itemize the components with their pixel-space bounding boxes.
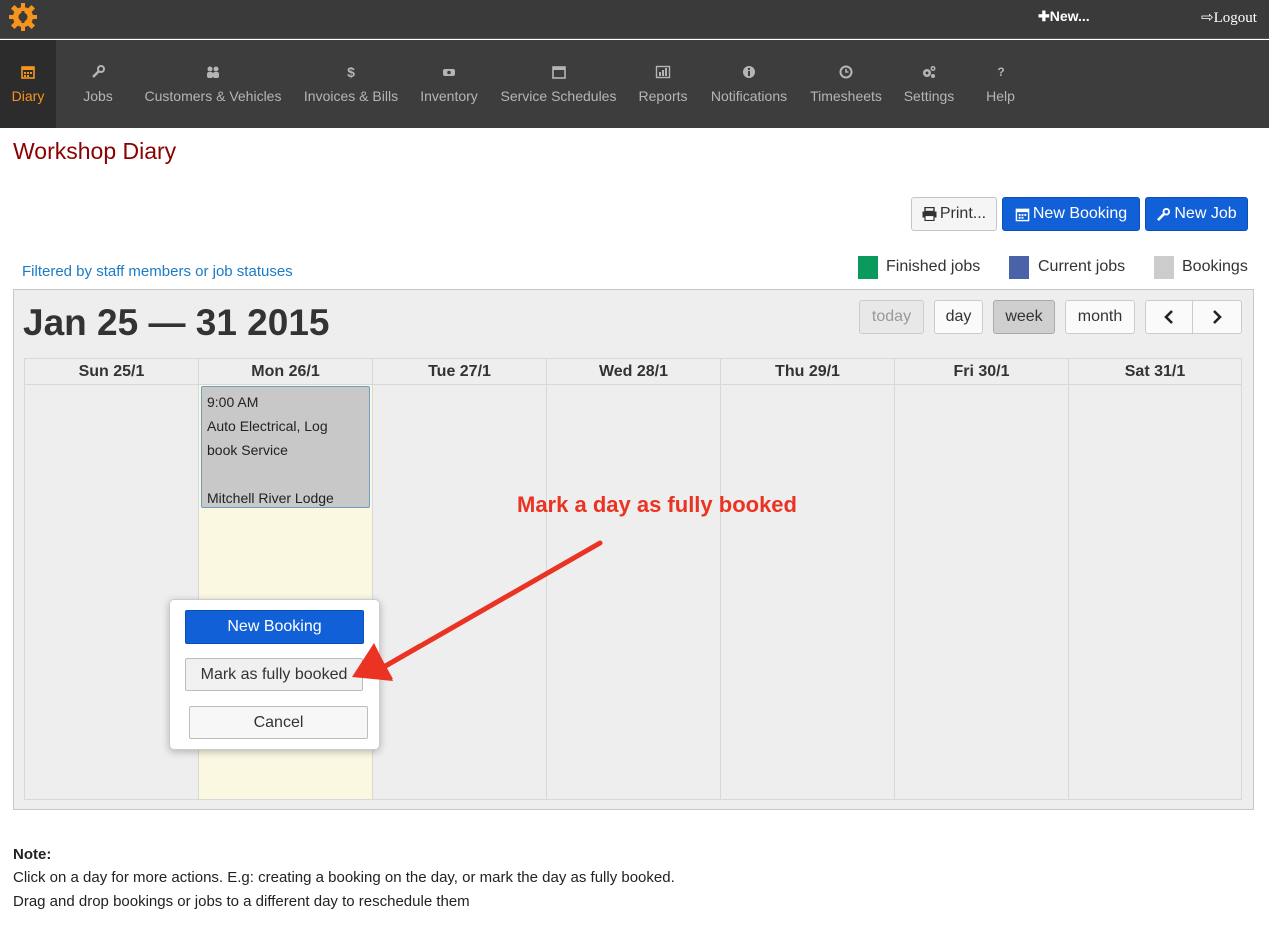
day-header: Sun 25/1 (25, 359, 198, 385)
booking-event[interactable]: 9:00 AM Auto Electrical, Log book Servic… (201, 386, 370, 508)
nav-item-service-schedules[interactable]: Service Schedules (496, 40, 621, 128)
wrench-icon (92, 65, 105, 78)
new-job-button[interactable]: New Job (1145, 197, 1248, 231)
nav-label: Reports (638, 88, 688, 104)
page-title: Workshop Diary (13, 138, 177, 164)
note-title: Note: (13, 846, 52, 863)
legend-swatch-current (1009, 256, 1029, 279)
nav-label: Jobs (83, 88, 113, 104)
day-header: Mon 26/1 (199, 359, 372, 385)
event-customer: Mitchell River Lodge (207, 490, 334, 506)
day-header: Sat 31/1 (1069, 359, 1241, 385)
logout-label: Logout (1213, 10, 1257, 26)
event-title-line2: book Service (207, 442, 288, 458)
nav-item-timesheets[interactable]: Timesheets (806, 40, 886, 128)
svg-text:?: ? (997, 65, 1004, 79)
print-label: Print... (939, 205, 987, 222)
question-icon: ? (997, 65, 1004, 79)
plus-icon: ✚ (1038, 8, 1050, 24)
nav-label: Invoices & Bills (303, 88, 399, 104)
chevron-right-icon (1213, 310, 1222, 324)
day-header: Wed 28/1 (547, 359, 720, 385)
week-view-button[interactable]: week (993, 300, 1055, 334)
nav-item-inventory[interactable]: Inventory (416, 40, 482, 128)
today-button[interactable]: today (859, 300, 924, 334)
nav-label: Service Schedules (500, 88, 617, 104)
main-nav: Diary Jobs Customers & Vehicles $ Invoic… (0, 40, 1269, 128)
day-header: Thu 29/1 (721, 359, 894, 385)
month-view-button[interactable]: month (1065, 300, 1135, 334)
new-booking-label: New Booking (1032, 205, 1128, 222)
nav-item-notifications[interactable]: Notifications (705, 40, 793, 128)
day-column-fri[interactable]: Fri 30/1 (895, 359, 1069, 799)
gear-logo-icon[interactable] (8, 2, 38, 32)
new-booking-button[interactable]: New Booking (1002, 197, 1140, 231)
nav-item-customers-vehicles[interactable]: Customers & Vehicles (140, 40, 286, 128)
nav-item-diary[interactable]: Diary (0, 40, 56, 128)
clock-icon (839, 65, 853, 79)
wrench-icon (1157, 207, 1171, 221)
exchange-icon (443, 69, 455, 76)
nav-item-reports[interactable]: Reports (635, 40, 691, 128)
legend-label-bookings: Bookings (1182, 258, 1248, 275)
mark-fully-booked-button[interactable]: Mark as fully booked (185, 658, 363, 691)
note-line-1: Click on a day for more actions. E.g: cr… (13, 869, 675, 886)
popup-new-booking-button[interactable]: New Booking (185, 610, 364, 644)
bar-chart-icon (655, 65, 671, 79)
logout-link[interactable]: ⇨Logout (1201, 8, 1257, 27)
day-view-button[interactable]: day (934, 300, 983, 334)
day-header: Fri 30/1 (895, 359, 1068, 385)
prev-week-button[interactable] (1145, 300, 1193, 334)
event-time: 9:00 AM (207, 394, 259, 410)
top-new-label: New... (1049, 8, 1090, 24)
nav-label: Customers & Vehicles (144, 88, 282, 104)
event-title-line1: Auto Electrical, Log (207, 418, 328, 434)
nav-label: Inventory (420, 88, 478, 104)
new-job-label: New Job (1174, 205, 1237, 222)
svg-text:$: $ (347, 64, 355, 80)
legend-label-finished: Finished jobs (886, 258, 981, 275)
day-column-tue[interactable]: Tue 27/1 (373, 359, 547, 799)
top-new-menu[interactable]: ✚New... (1038, 8, 1090, 25)
top-bar: ✚New... ⇨Logout (0, 0, 1269, 39)
print-icon (922, 207, 937, 221)
nav-item-invoices-bills[interactable]: $ Invoices & Bills (300, 40, 402, 128)
nav-item-settings[interactable]: Settings (899, 40, 959, 128)
calendar-date-range: Jan 25 — 31 2015 (23, 302, 330, 343)
chevron-left-icon (1164, 310, 1173, 324)
print-button[interactable]: Print... (911, 197, 997, 231)
legend-swatch-bookings (1154, 256, 1174, 279)
calendar-empty-icon (551, 66, 566, 79)
nav-label: Timesheets (810, 88, 882, 104)
users-icon (207, 66, 219, 78)
nav-item-jobs[interactable]: Jobs (72, 40, 124, 128)
nav-label: Help (986, 88, 1015, 104)
annotation-text: Mark a day as fully booked (517, 492, 797, 517)
day-column-sat[interactable]: Sat 31/1 (1069, 359, 1241, 799)
nav-label: Settings (903, 88, 955, 104)
day-column-thu[interactable]: Thu 29/1 (721, 359, 895, 799)
calendar-icon (1015, 208, 1030, 221)
legend-label-current: Current jobs (1038, 258, 1126, 275)
info-icon (743, 66, 755, 78)
sign-out-icon: ⇨ (1201, 10, 1214, 26)
gears-icon (923, 66, 936, 78)
popup-cancel-button[interactable]: Cancel (189, 706, 368, 739)
filter-link[interactable]: Filtered by staff members or job statuse… (22, 263, 293, 280)
nav-label: Notifications (710, 88, 788, 104)
legend-swatch-finished (858, 256, 878, 279)
note-line-2: Drag and drop bookings or jobs to a diff… (13, 893, 470, 910)
calendar-icon (21, 66, 35, 79)
day-header: Tue 27/1 (373, 359, 546, 385)
dollar-icon: $ (347, 64, 355, 80)
nav-item-help[interactable]: ? Help (979, 40, 1022, 128)
day-column-wed[interactable]: Wed 28/1 (547, 359, 721, 799)
nav-label: Diary (11, 88, 45, 104)
next-week-button[interactable] (1192, 300, 1242, 334)
